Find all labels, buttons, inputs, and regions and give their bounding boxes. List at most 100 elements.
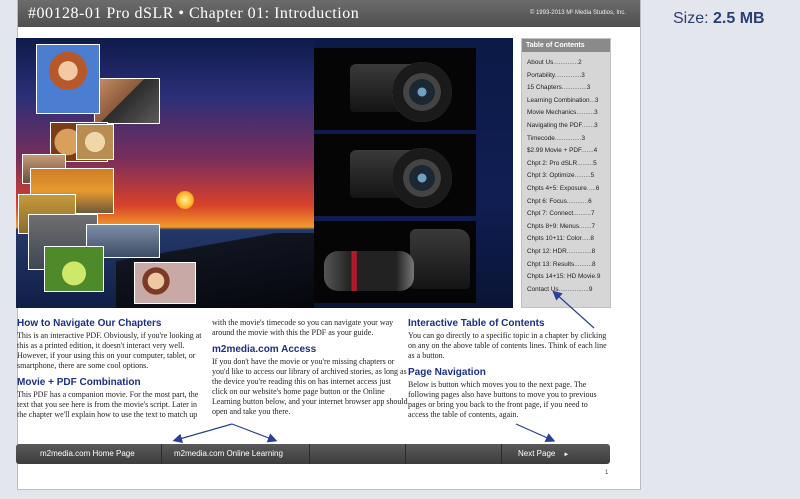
- camera-photo-sony: [314, 48, 476, 130]
- section-heading-toc-help: Interactive Table of Contents: [408, 318, 545, 329]
- toc-item[interactable]: Learning Combination...3: [527, 97, 607, 104]
- toc-item-label: Chpt 12: HDR: [527, 248, 567, 255]
- toc-item-page: 3: [586, 84, 591, 92]
- section-heading-page-nav: Page Navigation: [408, 367, 486, 378]
- sun-shape: [176, 191, 194, 209]
- next-page-button[interactable]: Next Page ►: [502, 444, 610, 464]
- file-size-prefix: Size:: [673, 10, 709, 27]
- next-page-label: Next Page: [518, 449, 556, 458]
- section-body-access: If you don't have the movie or you're mi…: [212, 357, 408, 416]
- file-size-label: Size: 2.5 MB: [673, 10, 765, 28]
- toc-item-leader: .......: [581, 122, 595, 129]
- toc-item-label: Chpts 4+5: Exposure: [527, 185, 587, 192]
- toc-item[interactable]: Chpts 14+15: HD Movie.9: [527, 273, 607, 280]
- toc-item-label: Chpt 2: Pro dSLR: [527, 159, 578, 167]
- toc-item[interactable]: Chpt 3: Optimize.........5: [527, 172, 607, 179]
- collage-photo-leaves: [44, 246, 104, 292]
- toc-item-leader: ...............: [554, 134, 582, 142]
- online-learning-button[interactable]: m2media.com Online Learning: [162, 444, 310, 464]
- toc-item-label: Contact Us: [527, 285, 559, 293]
- section-body-page-nav: Below is button which moves you to the n…: [408, 380, 597, 419]
- toc-item-leader: ..............: [566, 248, 592, 255]
- toc-item-leader: ..........: [573, 210, 591, 218]
- toc-item-leader: ..............: [553, 59, 579, 66]
- camera-photo-cinema: [314, 221, 476, 303]
- toc-item[interactable]: Timecode...............3: [527, 135, 607, 142]
- toc-item[interactable]: About Us..............2: [527, 59, 607, 66]
- toc-item-label: Learning Combination: [527, 96, 590, 104]
- toc-item-label: Chpts 8+9: Menus: [527, 222, 580, 230]
- toc-item-page: 5: [593, 159, 597, 167]
- toc-item-label: Chpts 10+11: Color: [527, 235, 582, 243]
- toc-item-leader: .........: [574, 172, 591, 180]
- hero-collage-image: [16, 38, 513, 308]
- title-bar: #00128-01 Pro dSLR • Chapter 01: Introdu…: [18, 0, 640, 27]
- toc-item[interactable]: Movie Mechanics..........3: [527, 109, 607, 116]
- page-number: 1: [605, 470, 609, 476]
- home-page-button[interactable]: m2media.com Home Page: [16, 444, 162, 464]
- section-heading-navigate: How to Navigate Our Chapters: [17, 318, 162, 329]
- collage-photo-children: [134, 262, 196, 304]
- toc-item[interactable]: Chpts 8+9: Menus.......7: [527, 223, 607, 230]
- play-arrow-icon: ►: [563, 452, 570, 458]
- toc-item[interactable]: Contact Us.................9: [527, 286, 607, 293]
- section-body-combination-cont: with the movie's timecode so you can nav…: [212, 318, 394, 337]
- toc-item-page: 3: [594, 109, 598, 117]
- toc-item-leader: .....: [581, 235, 591, 243]
- toc-item[interactable]: 15 Chapters..............3: [527, 84, 607, 91]
- section-body-combination: This PDF has a companion movie. For the …: [17, 390, 199, 419]
- toc-item-page: 3: [594, 122, 598, 129]
- copyright-notice: © 1993-2013 M² Media Studios, Inc.: [529, 10, 626, 16]
- toc-item-label: Movie Mechanics: [527, 109, 577, 117]
- toc-item-leader: ..............: [561, 84, 587, 92]
- toc-item[interactable]: $2.99 Movie + PDF.......4: [527, 147, 607, 154]
- toc-item-page: 9: [588, 285, 593, 293]
- toc-item-page: 9: [596, 273, 601, 281]
- toc-item-label: 15 Chapters: [527, 84, 562, 92]
- toc-item-label: About Us: [527, 59, 554, 66]
- toc-item-page: 3: [581, 134, 586, 142]
- toc-item[interactable]: Chpt 13: Results..........8: [527, 261, 607, 268]
- toc-item-page: 2: [578, 59, 582, 66]
- nav-slot-empty: [310, 444, 406, 464]
- toc-item[interactable]: Chpts 10+11: Color.....8: [527, 235, 607, 242]
- toc-item-leader: ..........: [576, 109, 595, 117]
- toc-item-leader: .........: [577, 159, 594, 167]
- toc-item-label: Chpts 14+15: HD Movie: [527, 273, 596, 281]
- toc-item-page: 5: [590, 172, 595, 180]
- section-heading-combination: Movie + PDF Combination: [17, 377, 141, 388]
- nav-slot-empty: [406, 444, 502, 464]
- toc-item[interactable]: Chpt 6: Focus............6: [527, 198, 607, 205]
- toc-item-page: 4: [593, 147, 598, 155]
- collage-photo-woman: [36, 44, 100, 114]
- toc-item-leader: .......: [579, 222, 592, 230]
- table-of-contents: Table of Contents About Us..............…: [521, 38, 611, 308]
- toc-item[interactable]: Navigating the PDF.......3: [527, 122, 607, 129]
- collage-photo-dessert: [76, 124, 114, 160]
- toc-item-label: Chpt 6: Focus: [527, 197, 567, 205]
- toc-item-label: Chpt 13: Results: [527, 260, 575, 268]
- section-body-navigate: This is an interactive PDF. Obviously, i…: [17, 331, 202, 370]
- toc-item-page: 3: [594, 96, 599, 104]
- toc-item-page: 8: [592, 260, 596, 268]
- toc-item-page: 8: [590, 235, 594, 243]
- toc-item-leader: ...............: [554, 71, 582, 79]
- toc-title: Table of Contents: [522, 39, 610, 52]
- toc-item[interactable]: Chpt 7: Connect..........7: [527, 210, 607, 217]
- column-left: How to Navigate Our Chapters This is an …: [17, 318, 207, 426]
- toc-item[interactable]: Portability...............3: [527, 72, 607, 79]
- file-size-value: 2.5 MB: [713, 10, 765, 27]
- toc-item-page: 7: [590, 210, 595, 218]
- camera-photo-nikon: [314, 134, 476, 216]
- toc-item[interactable]: Chpt 12: HDR..............8: [527, 248, 607, 255]
- toc-item-page: 3: [581, 71, 585, 79]
- toc-item-label: Chpt 3: Optimize: [527, 172, 575, 180]
- toc-item-label: Chpt 7: Connect: [527, 210, 574, 218]
- toc-item[interactable]: Chpt 2: Pro dSLR.........5: [527, 160, 607, 167]
- toc-item-label: Navigating the PDF: [527, 122, 582, 129]
- toc-item-label: Timecode: [527, 134, 555, 142]
- toc-item-label: Portability: [527, 71, 555, 79]
- toc-item[interactable]: Chpts 4+5: Exposure.....6: [527, 185, 607, 192]
- collage-photo-arm: [94, 78, 160, 124]
- page-title: #00128-01 Pro dSLR • Chapter 01: Introdu…: [28, 5, 360, 22]
